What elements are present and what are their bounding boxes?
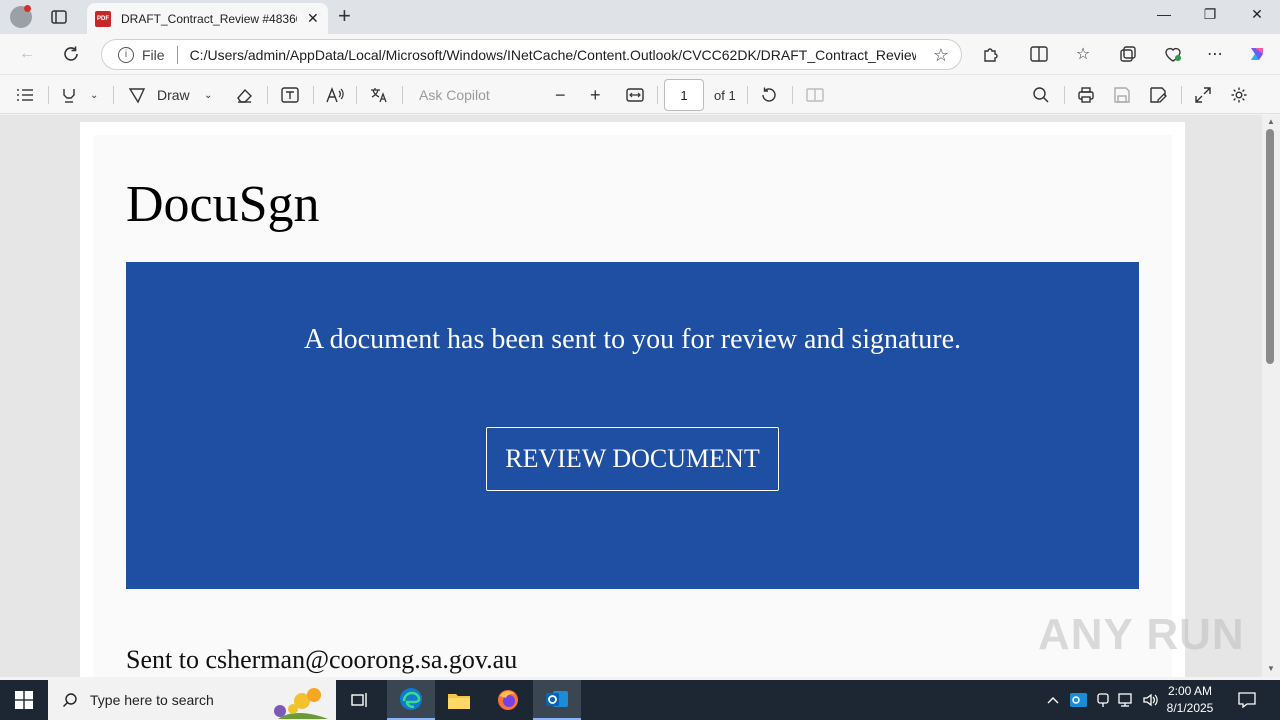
firefox-icon[interactable] xyxy=(484,680,532,720)
scrollbar-thumb[interactable] xyxy=(1266,129,1274,364)
scroll-up-arrow-icon[interactable]: ▲ xyxy=(1267,117,1275,126)
windows-taskbar: Type here to search 2:00 AM 8/1/2025 xyxy=(0,680,1280,720)
url-text[interactable]: C:/Users/admin/AppData/Local/Microsoft/W… xyxy=(190,47,916,63)
pdf-page: DocuSgn A document has been sent to you … xyxy=(80,122,1185,677)
collections-icon[interactable] xyxy=(1117,43,1139,65)
volume-icon[interactable] xyxy=(1142,680,1160,720)
draw-pen-icon xyxy=(128,88,146,104)
clock-time: 2:00 AM xyxy=(1167,684,1213,698)
search-highlight-flowers-icon xyxy=(274,688,328,719)
toolbar-divider xyxy=(356,86,357,104)
toolbar-divider xyxy=(48,86,49,104)
sent-to-text: Sent to csherman@coorong.sa.gov.au xyxy=(126,645,518,674)
page-number-input[interactable]: 1 xyxy=(664,79,704,111)
system-clock[interactable]: 2:00 AM 8/1/2025 xyxy=(1160,683,1220,717)
outlook-taskbar-icon[interactable] xyxy=(533,680,581,720)
eraser-icon[interactable] xyxy=(235,84,253,106)
split-screen-icon[interactable] xyxy=(1028,43,1050,65)
pdf-toolbar: ⌄ Draw ⌄ Ask Copilot − + 1 of 1 xyxy=(0,74,1280,114)
new-tab-button[interactable]: + xyxy=(338,5,351,27)
docusign-logo-text: DocuSgn xyxy=(126,176,320,233)
window-close-icon[interactable]: ✕ xyxy=(1242,6,1272,23)
scheme-label: File xyxy=(142,46,165,63)
save-as-icon[interactable] xyxy=(1149,84,1167,106)
back-arrow-icon[interactable]: ← xyxy=(16,43,38,65)
settings-gear-icon[interactable] xyxy=(1230,84,1248,106)
search-placeholder: Type here to search xyxy=(90,692,214,708)
add-text-icon[interactable] xyxy=(281,84,299,106)
info-icon[interactable]: i xyxy=(118,46,134,63)
minimize-icon[interactable]: — xyxy=(1149,6,1179,22)
anyrun-watermark: ANY RUN xyxy=(1038,610,1245,659)
translate-icon[interactable] xyxy=(369,84,389,106)
fullscreen-icon[interactable] xyxy=(1194,84,1212,106)
vertical-scrollbar[interactable]: ▲ ▼ xyxy=(1262,115,1280,677)
profile-avatar[interactable] xyxy=(10,5,32,28)
read-aloud-icon[interactable] xyxy=(325,84,345,106)
draw-label: Draw xyxy=(157,87,190,103)
taskbar-search-box[interactable]: Type here to search xyxy=(48,680,336,720)
browser-tab[interactable]: PDF DRAFT_Contract_Review #483603 ✕ xyxy=(87,3,328,34)
tab-title: DRAFT_Contract_Review #483603 xyxy=(121,11,297,26)
search-icon xyxy=(62,693,77,708)
page-total-label: of 1 xyxy=(714,87,736,103)
refresh-icon[interactable] xyxy=(60,43,82,65)
notifications-icon[interactable] xyxy=(1238,680,1256,720)
toolbar-divider xyxy=(657,86,658,104)
highlight-dropdown-chevron-icon[interactable]: ⌄ xyxy=(90,84,98,106)
banner-message: A document has been sent to you for revi… xyxy=(303,324,962,355)
zoom-out-icon[interactable]: − xyxy=(555,84,566,106)
toolbar-divider xyxy=(1181,86,1182,104)
page-view-icon[interactable] xyxy=(806,84,824,106)
toolbar-divider xyxy=(267,86,268,104)
task-view-icon[interactable] xyxy=(336,680,384,720)
toolbar-divider xyxy=(747,86,748,104)
save-icon[interactable] xyxy=(1113,84,1131,106)
email-body: DocuSgn A document has been sent to you … xyxy=(93,135,1172,677)
toolbar-divider xyxy=(313,86,314,104)
toolbar-divider xyxy=(792,86,793,104)
find-search-icon[interactable] xyxy=(1032,84,1050,106)
toolbar-divider xyxy=(113,86,114,104)
print-icon[interactable] xyxy=(1077,84,1095,106)
address-toolbar: ← i File C:/Users/admin/AppData/Local/Mi… xyxy=(0,34,1280,74)
more-options-icon[interactable]: ⋯ xyxy=(1204,43,1226,65)
omnibox-divider xyxy=(176,45,178,64)
draw-dropdown-chevron-icon[interactable]: ⌄ xyxy=(204,84,212,106)
contents-list-icon[interactable] xyxy=(16,84,34,106)
start-button[interactable] xyxy=(0,680,48,720)
outlook-tray-icon[interactable] xyxy=(1070,680,1087,720)
pdf-favicon-icon: PDF xyxy=(95,10,111,27)
copilot-icon[interactable] xyxy=(1246,43,1268,65)
favorite-star-icon[interactable]: ☆ xyxy=(933,45,949,66)
highlight-icon[interactable] xyxy=(60,84,78,106)
fit-width-icon[interactable] xyxy=(626,84,644,106)
favorites-icon[interactable]: ☆ xyxy=(1072,43,1094,65)
show-hidden-icons-chevron-icon[interactable] xyxy=(1046,680,1060,720)
device-tray-icon[interactable] xyxy=(1096,680,1110,720)
network-icon[interactable] xyxy=(1118,680,1136,720)
draw-button[interactable]: Draw xyxy=(128,84,190,106)
close-tab-icon[interactable]: ✕ xyxy=(307,10,319,27)
address-bar[interactable]: i File C:/Users/admin/AppData/Local/Micr… xyxy=(101,39,962,70)
windows-logo-icon xyxy=(15,691,33,709)
pdf-viewer[interactable]: DocuSgn A document has been sent to you … xyxy=(0,115,1262,677)
review-banner: A document has been sent to you for revi… xyxy=(126,262,1139,589)
scroll-down-arrow-icon[interactable]: ▼ xyxy=(1267,664,1275,673)
title-bar: PDF DRAFT_Contract_Review #483603 ✕ + — … xyxy=(0,0,1280,34)
extensions-icon[interactable] xyxy=(980,43,1002,65)
clock-date: 8/1/2025 xyxy=(1166,701,1214,715)
toolbar-divider xyxy=(402,86,403,104)
browser-essentials-icon[interactable] xyxy=(1162,43,1184,65)
edge-taskbar-icon[interactable] xyxy=(387,680,435,720)
ask-copilot-button[interactable]: Ask Copilot xyxy=(419,84,490,106)
toolbar-divider xyxy=(1064,86,1065,104)
review-document-button[interactable]: REVIEW DOCUMENT xyxy=(486,427,779,491)
file-explorer-icon[interactable] xyxy=(435,680,483,720)
rotate-icon[interactable] xyxy=(760,84,778,106)
zoom-in-icon[interactable]: + xyxy=(590,84,601,106)
restore-icon[interactable]: ❐ xyxy=(1195,6,1225,23)
tab-actions-icon[interactable] xyxy=(48,7,70,27)
